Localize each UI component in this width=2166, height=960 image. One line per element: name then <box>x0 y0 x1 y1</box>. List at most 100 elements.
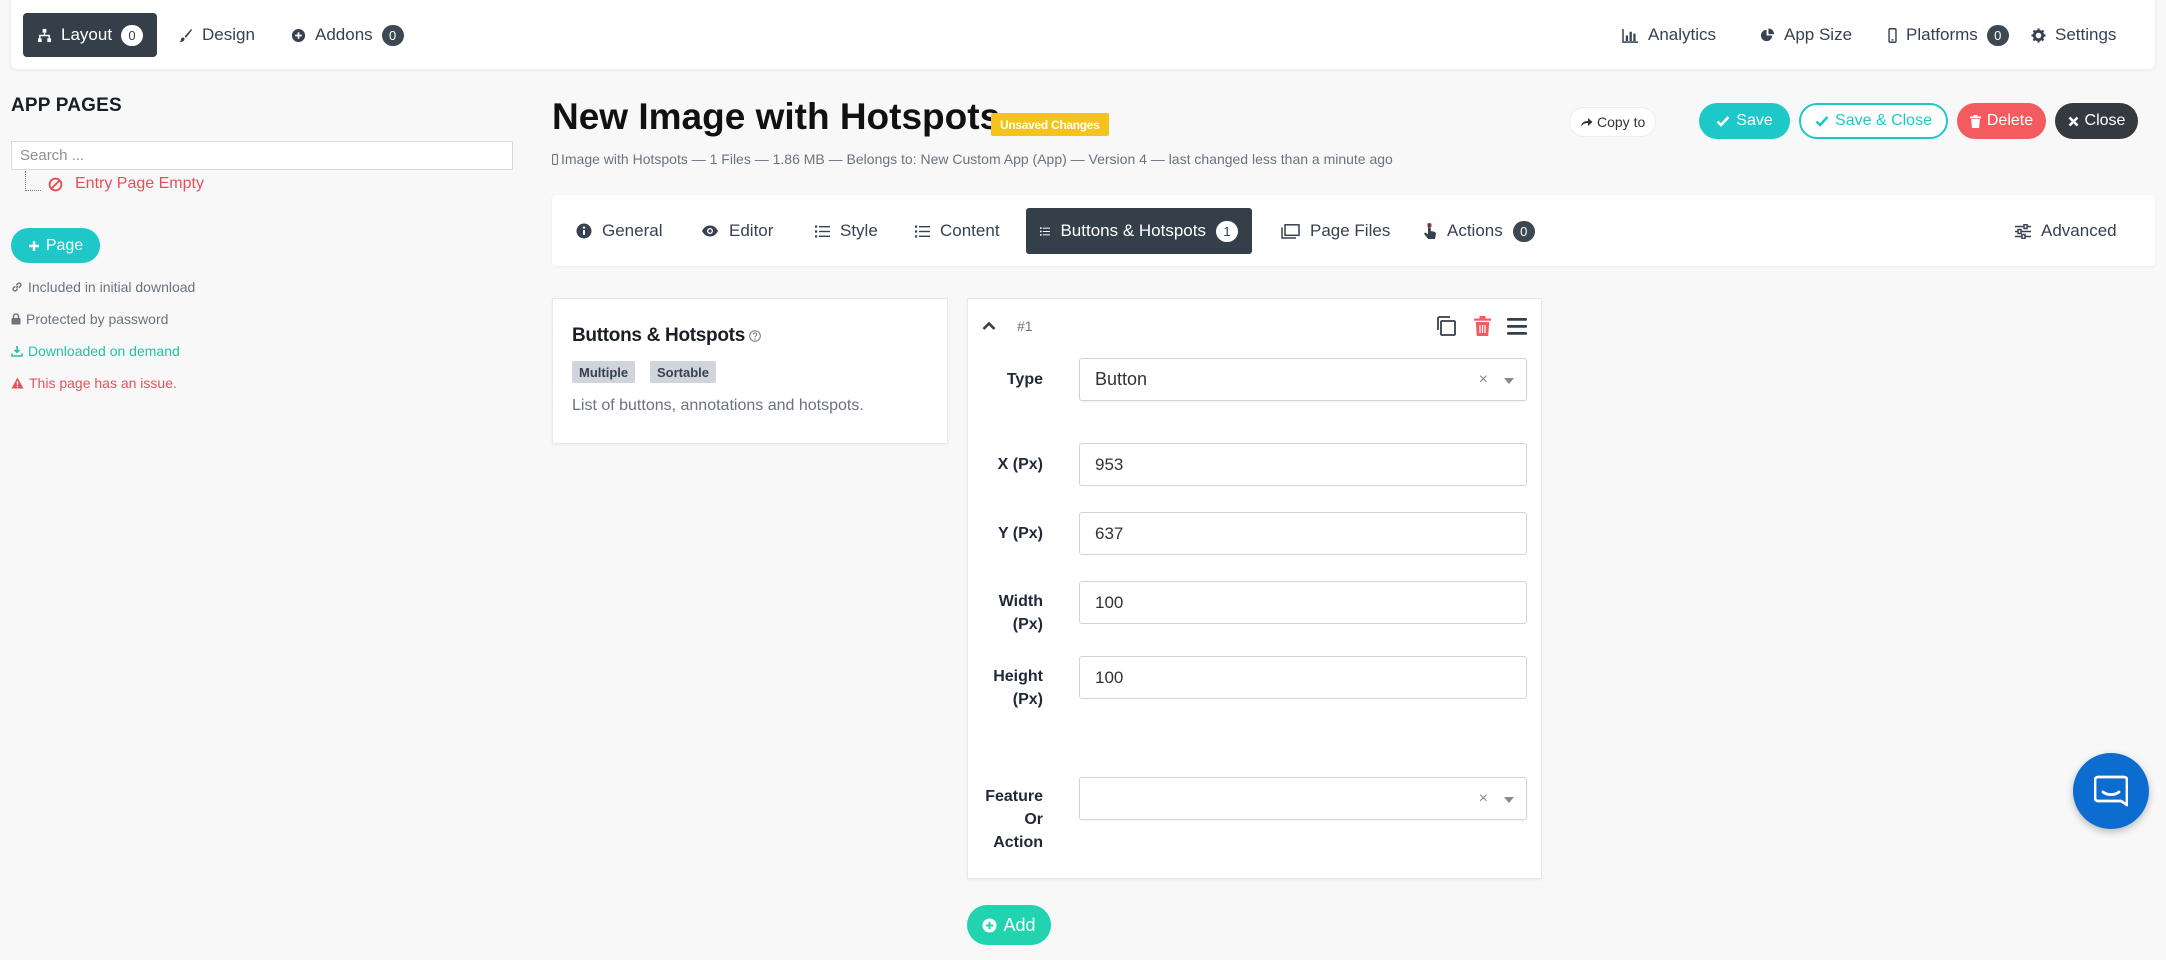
list-icon <box>1040 226 1051 236</box>
tab-actions[interactable]: Actions 0 <box>1409 208 1549 254</box>
page-search-input[interactable] <box>11 141 513 170</box>
nav-analytics[interactable]: Analytics <box>1608 13 1730 57</box>
chat-launcher-button[interactable] <box>2073 753 2149 829</box>
feature-action-select[interactable]: × <box>1079 777 1527 820</box>
tab-editor[interactable]: Editor <box>687 208 787 254</box>
tab-general[interactable]: General <box>562 208 676 254</box>
tab-actions-label: Actions <box>1447 221 1503 240</box>
nav-layout-badge: 0 <box>121 24 144 46</box>
y-input[interactable] <box>1079 512 1527 555</box>
tag-multiple: Multiple <box>572 361 636 383</box>
feature-action-label: Feature Or Action <box>967 785 1043 854</box>
plus-circle-icon <box>291 28 306 42</box>
sitemap-icon <box>37 28 52 42</box>
page-meta-text: Image with Hotspots — 1 Files — 1.86 MB … <box>561 151 1393 167</box>
add-item-button[interactable]: Add <box>967 905 1051 945</box>
sidebar-item-entry-page[interactable]: Entry Page Empty <box>48 175 204 193</box>
tab-bar: General Editor Style Content Buttons & H… <box>552 195 2155 266</box>
tab-general-label: General <box>602 221 663 240</box>
chevron-up-icon[interactable] <box>982 321 996 331</box>
tab-buttons-hotspots[interactable]: Buttons & Hotspots 1 <box>1026 208 1252 254</box>
legend-protected: Protected by password <box>11 311 168 327</box>
height-input[interactable] <box>1079 656 1527 699</box>
type-label: Type <box>1006 371 1043 388</box>
page-meta: Image with Hotspots — 1 Files — 1.86 MB … <box>552 151 1393 167</box>
tab-advanced[interactable]: Advanced <box>2001 208 2131 254</box>
add-page-button[interactable]: Page <box>11 228 100 263</box>
page-title: New Image with Hotspots <box>552 96 1001 137</box>
check-icon <box>1815 116 1829 127</box>
list-icon <box>815 225 830 237</box>
nav-app-size[interactable]: App Size <box>1746 13 1866 57</box>
legend-protected-text: Protected by password <box>26 311 169 327</box>
drag-handle-icon[interactable] <box>1507 318 1527 335</box>
nav-layout[interactable]: Layout 0 <box>23 13 158 57</box>
delete-label: Delete <box>1986 112 2034 129</box>
tab-content[interactable]: Content <box>901 208 1014 254</box>
info-title: Buttons & Hotspots <box>572 325 761 347</box>
tab-page-files[interactable]: Page Files <box>1267 208 1404 254</box>
trash-icon[interactable] <box>1474 316 1491 336</box>
feature-label-line-2: Or <box>1024 811 1043 828</box>
copy-to-button[interactable]: Copy to <box>1570 108 1656 136</box>
sliders-icon <box>2015 223 2031 239</box>
share-icon <box>1581 118 1593 127</box>
tab-editor-label: Editor <box>729 221 774 240</box>
feature-label-line-1: Feature <box>985 788 1043 805</box>
duplicate-icon[interactable] <box>1435 315 1457 337</box>
legend-included-text: Included in initial download <box>28 279 196 295</box>
save-close-label: Save & Close <box>1835 112 1932 129</box>
legend-issue-text: This page has an issue. <box>29 375 177 391</box>
add-page-label: Page <box>45 236 84 254</box>
dropdown-caret-icon[interactable] <box>1504 378 1514 384</box>
y-label: Y (Px) <box>997 525 1043 542</box>
help-icon[interactable] <box>749 330 761 342</box>
nav-design[interactable]: Design <box>164 13 269 57</box>
images-icon <box>1281 223 1300 239</box>
clear-selection-icon[interactable]: × <box>1479 790 1488 808</box>
width-label: Width (Px) <box>967 590 1043 636</box>
tab-buttons-hotspots-label: Buttons & Hotspots <box>1060 221 1206 240</box>
warning-icon <box>11 377 24 389</box>
tab-style-label: Style <box>840 221 878 240</box>
pointer-icon <box>1424 222 1436 239</box>
save-close-button[interactable]: Save & Close <box>1799 103 1948 139</box>
lock-icon <box>11 313 21 325</box>
nav-platforms[interactable]: Platforms 0 <box>1874 13 2023 57</box>
info-description: List of buttons, annotations and hotspot… <box>572 397 864 414</box>
width-label-line-1: Width <box>998 593 1043 610</box>
delete-button[interactable]: Delete <box>1957 103 2046 139</box>
nav-addons-label: Addons <box>315 25 373 44</box>
nav-platforms-label: Platforms <box>1906 25 1978 44</box>
chat-icon <box>2094 775 2128 807</box>
nav-design-label: Design <box>202 25 255 44</box>
eye-icon <box>702 225 718 237</box>
tab-content-label: Content <box>940 221 1000 240</box>
type-select[interactable]: Button × <box>1079 358 1527 401</box>
nav-app-size-label: App Size <box>1784 25 1853 44</box>
tab-style[interactable]: Style <box>801 208 892 254</box>
clear-selection-icon[interactable]: × <box>1479 371 1488 389</box>
close-icon <box>2068 116 2078 126</box>
height-label-line-1: Height <box>993 668 1043 685</box>
link-icon <box>12 282 22 292</box>
nav-settings[interactable]: Settings <box>2017 13 2130 57</box>
close-button[interactable]: Close <box>2055 103 2138 139</box>
mobile-icon <box>1888 27 1897 43</box>
legend-issue: This page has an issue. <box>11 375 177 391</box>
tree-connector <box>25 171 41 191</box>
dropdown-caret-icon[interactable] <box>1504 797 1514 803</box>
save-label: Save <box>1736 112 1773 129</box>
download-icon <box>11 346 23 357</box>
unsaved-changes-badge: Unsaved Changes <box>991 113 1109 136</box>
nav-layout-label: Layout <box>61 25 113 44</box>
width-input[interactable] <box>1079 581 1527 624</box>
x-label: X (Px) <box>997 456 1043 473</box>
close-label: Close <box>2084 112 2126 129</box>
tab-buttons-hotspots-badge: 1 <box>1216 220 1238 242</box>
save-button[interactable]: Save <box>1699 103 1790 139</box>
x-input[interactable] <box>1079 443 1527 486</box>
nav-platforms-badge: 0 <box>1986 24 2009 46</box>
nav-addons[interactable]: Addons 0 <box>277 13 418 57</box>
trash-icon <box>1969 114 1981 128</box>
